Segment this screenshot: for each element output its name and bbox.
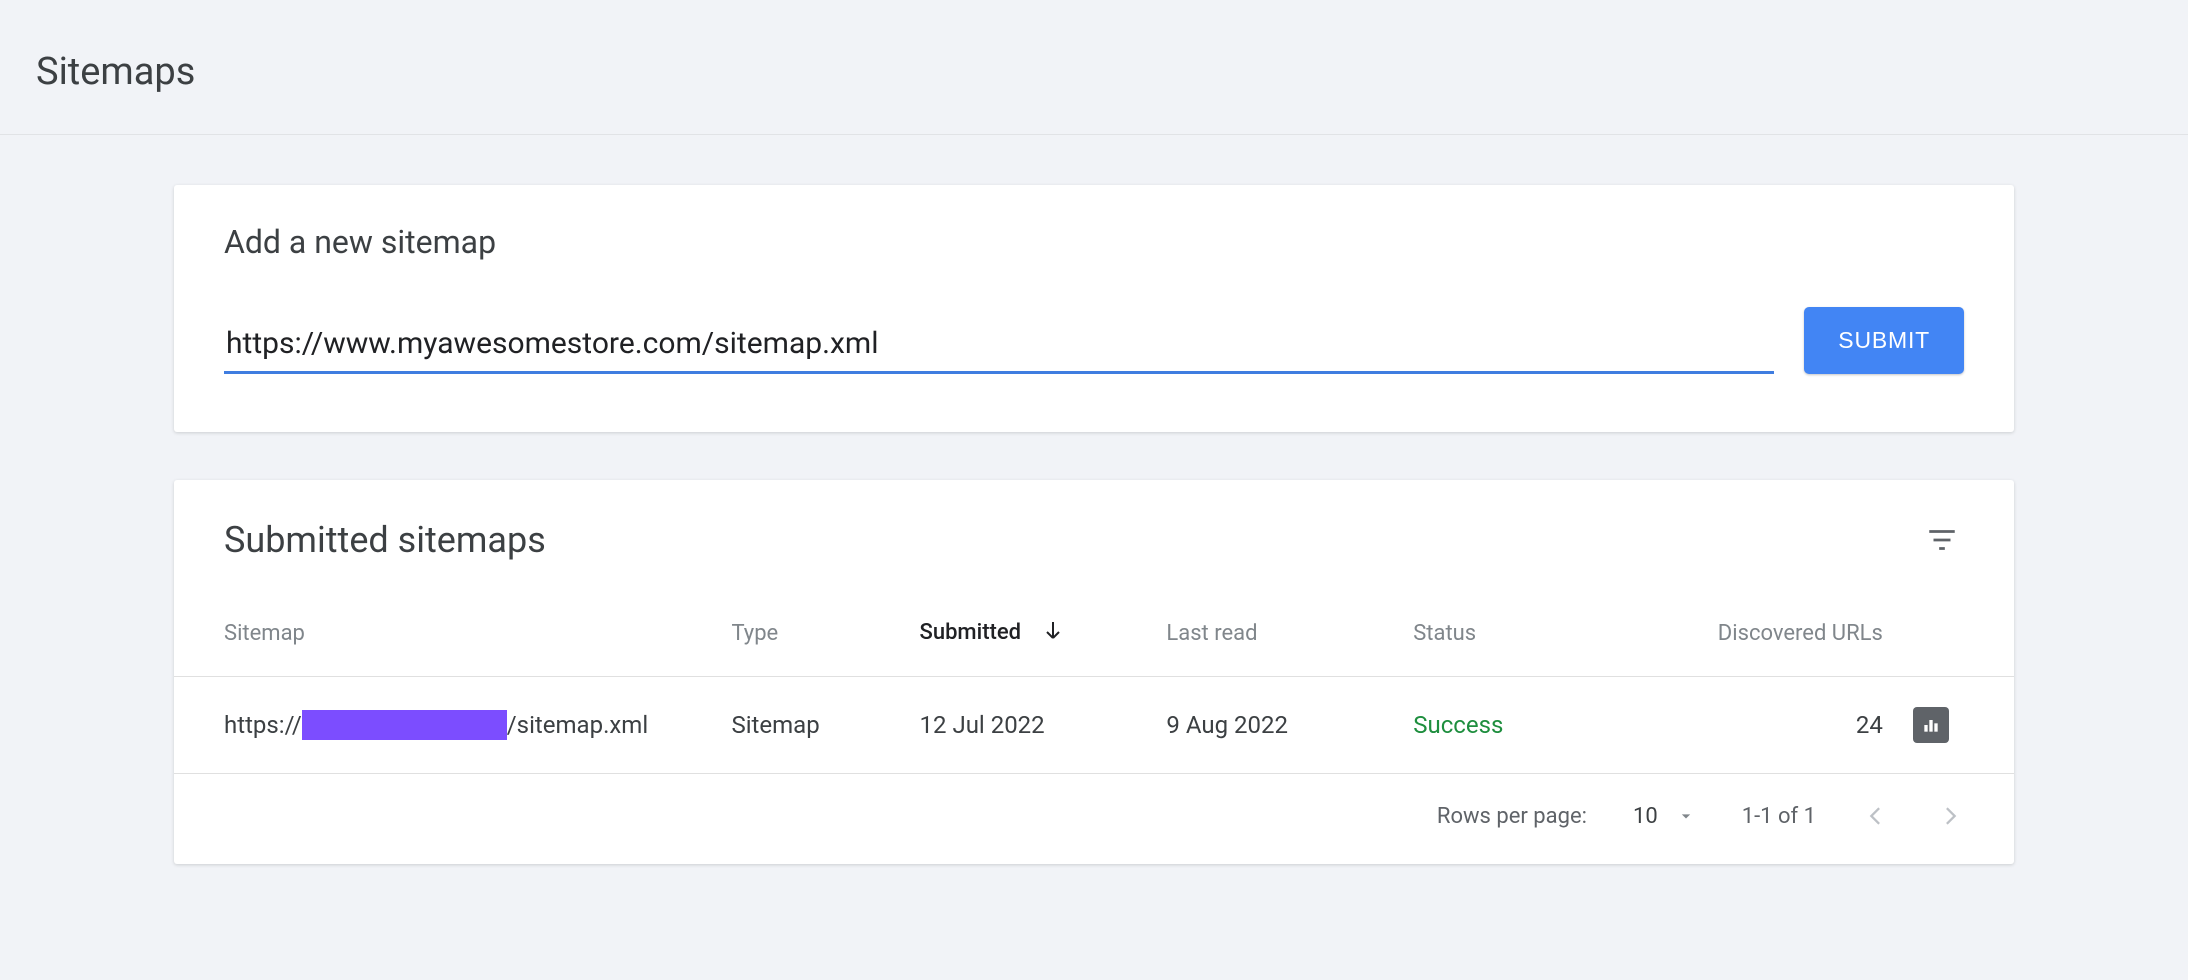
cell-submitted: 12 Jul 2022 — [920, 677, 1167, 774]
submitted-sitemaps-card: Submitted sitemaps Sitemap Type Submitte… — [174, 480, 2014, 864]
content: Add a new sitemap SUBMIT Submitted sitem… — [174, 185, 2014, 864]
page-title: Sitemaps — [36, 50, 2188, 94]
dropdown-icon — [1676, 806, 1696, 826]
pager-next-button[interactable] — [1936, 802, 1964, 830]
sort-desc-icon — [1041, 618, 1065, 648]
submit-button[interactable]: SUBMIT — [1804, 307, 1964, 374]
col-header-lastread[interactable]: Last read — [1166, 602, 1413, 677]
col-header-discovered[interactable]: Discovered URLs — [1684, 602, 1913, 677]
view-chart-button[interactable] — [1913, 707, 1949, 743]
col-header-status[interactable]: Status — [1413, 602, 1683, 677]
pager-range: 1-1 of 1 — [1742, 804, 1816, 829]
add-sitemap-row: SUBMIT — [224, 307, 1964, 374]
filter-button[interactable] — [1920, 518, 1964, 562]
bar-chart-icon — [1921, 715, 1941, 735]
col-header-submitted-label: Submitted — [920, 620, 1022, 645]
list-header: Submitted sitemaps — [174, 480, 2014, 602]
rows-per-page-label: Rows per page: — [1437, 804, 1587, 829]
sitemap-url-input[interactable] — [224, 320, 1774, 374]
add-sitemap-card: Add a new sitemap SUBMIT — [174, 185, 2014, 432]
rows-per-page-value: 10 — [1633, 804, 1658, 829]
col-header-sitemap[interactable]: Sitemap — [174, 602, 731, 677]
filter-icon — [1925, 523, 1959, 557]
cell-type: Sitemap — [731, 677, 919, 774]
list-title: Submitted sitemaps — [224, 519, 546, 561]
url-prefix: https:// — [224, 711, 302, 739]
table-row[interactable]: https:// /sitemap.xml Sitemap 12 Jul 2022… — [174, 677, 2014, 774]
pager: Rows per page: 10 1-1 of 1 — [174, 774, 2014, 864]
sitemap-url-cell: https:// /sitemap.xml — [224, 710, 731, 740]
url-suffix: /sitemap.xml — [507, 711, 648, 739]
chevron-left-icon — [1862, 802, 1890, 830]
col-header-action — [1913, 602, 2014, 677]
pager-prev-button[interactable] — [1862, 802, 1890, 830]
add-sitemap-title: Add a new sitemap — [224, 223, 1964, 261]
chevron-right-icon — [1936, 802, 1964, 830]
cell-lastread: 9 Aug 2022 — [1166, 677, 1413, 774]
col-header-type[interactable]: Type — [731, 602, 919, 677]
sitemaps-table: Sitemap Type Submitted Last read Status … — [174, 602, 2014, 774]
cell-discovered: 24 — [1684, 677, 1913, 774]
redacted-domain — [302, 710, 507, 740]
rows-per-page-select[interactable]: 10 — [1633, 804, 1696, 829]
page-header: Sitemaps — [0, 0, 2188, 135]
col-header-submitted[interactable]: Submitted — [920, 602, 1167, 677]
cell-status: Success — [1413, 677, 1683, 774]
